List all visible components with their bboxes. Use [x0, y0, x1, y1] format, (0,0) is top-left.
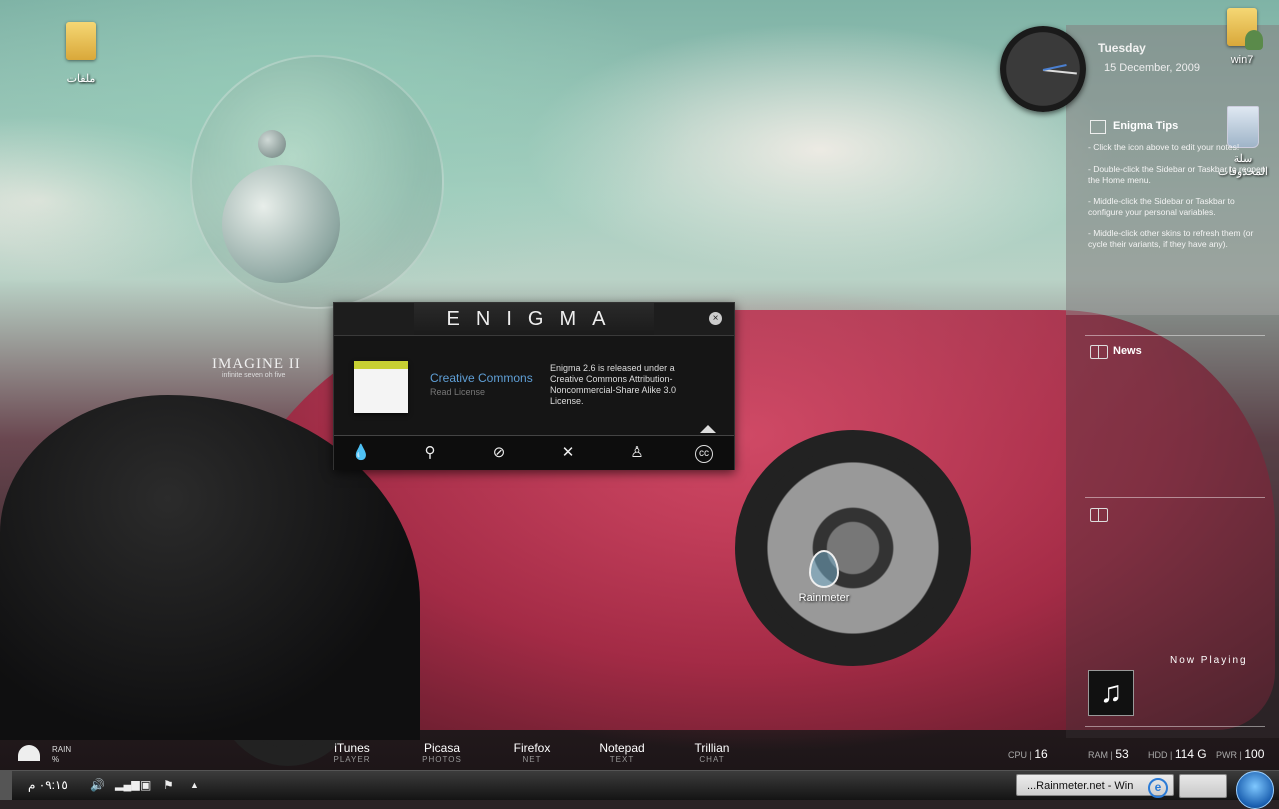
desktop-icon-label: win7: [1230, 54, 1254, 66]
show-desktop-button[interactable]: [0, 771, 12, 800]
license-document-icon: [354, 361, 408, 413]
clock-day: Tuesday: [1098, 41, 1146, 55]
launcher-sub: PHOTOS: [422, 755, 462, 764]
taskbar-clock[interactable]: ٠٩:١٥ م: [28, 778, 68, 792]
network-icon[interactable]: ▂▄▆: [115, 778, 140, 791]
enigma-toolbar: 💧 ⚲ ⊘ ✕ ♙ cc: [334, 435, 734, 470]
pwr-value: 100: [1244, 747, 1265, 761]
folder-icon: [66, 22, 96, 60]
weather-widget[interactable]: RAIN %: [52, 745, 71, 765]
volume-icon[interactable]: 🔊: [90, 778, 105, 792]
launcher-name: Trillian: [694, 741, 730, 755]
launcher-sub: NET: [522, 755, 542, 764]
pwr-meter: PWR | 100: [1216, 747, 1265, 761]
tips-title: Enigma Tips: [1113, 120, 1179, 132]
taskbar: ٠٩:١٥ م 🔊 ▂▄▆ ▣ ⚑ ▲ ...Rainmeter.net - W…: [0, 770, 1279, 809]
divider: [1085, 726, 1265, 727]
ram-label: RAM: [1088, 750, 1108, 760]
close-button[interactable]: ×: [709, 312, 722, 325]
internet-explorer-icon: e: [1148, 778, 1168, 798]
launcher-name: Notepad: [599, 741, 645, 755]
person-icon[interactable]: ♙: [626, 442, 648, 464]
launcher-name: iTunes: [334, 741, 370, 755]
enigma-home-window[interactable]: ENIGMA × Creative Commons Read License E…: [333, 302, 735, 470]
pwr-label: PWR: [1216, 750, 1237, 760]
power-icon[interactable]: ▣: [140, 778, 151, 792]
ram-value: 53: [1115, 747, 1129, 761]
launcher-picasa[interactable]: Picasa PHOTOS: [412, 741, 472, 764]
rainmeter-drop-icon: [809, 550, 839, 588]
launcher-firefox[interactable]: Firefox NET: [502, 741, 562, 764]
desktop-icon-rainmeter[interactable]: Rainmeter: [793, 550, 855, 604]
wallpaper-title: IMAGINE II: [212, 356, 301, 372]
wallpaper-moon: [222, 165, 340, 283]
launcher-trillian[interactable]: Trillian CHAT: [682, 741, 742, 764]
news-title: News: [1113, 345, 1142, 357]
compass-icon[interactable]: ⊘: [488, 442, 510, 464]
search-icon[interactable]: ⚲: [419, 442, 441, 464]
book-icon[interactable]: [1090, 345, 1108, 359]
notes-edit-icon[interactable]: [1090, 120, 1106, 134]
wallpaper-subtitle: infinite seven oh five: [222, 372, 286, 379]
wallpaper-wheel: [735, 430, 971, 666]
cpu-label: CPU: [1008, 750, 1028, 760]
analog-clock[interactable]: [1000, 26, 1086, 112]
desktop-icon-label: Rainmeter: [798, 592, 850, 604]
user-avatar-icon: [1245, 30, 1263, 50]
launcher-itunes[interactable]: iTunes PLAYER: [322, 741, 382, 764]
umbrella-icon: [18, 745, 40, 761]
collapse-arrow-icon[interactable]: [700, 425, 716, 433]
hdd-label: HDD: [1148, 750, 1168, 760]
divider: [1085, 497, 1265, 498]
desktop-icon-label: ملفات: [66, 73, 96, 85]
book-icon[interactable]: [1090, 508, 1108, 522]
action-center-flag-icon[interactable]: ⚑: [163, 778, 174, 792]
droplet-icon[interactable]: 💧: [350, 442, 372, 464]
wallpaper-small-moon: [258, 130, 286, 158]
tools-icon[interactable]: ✕: [557, 442, 579, 464]
weather-label: RAIN: [52, 745, 72, 754]
start-button[interactable]: [1236, 771, 1274, 809]
taskbar-app-button[interactable]: [1179, 774, 1227, 798]
launcher-notepad[interactable]: Notepad TEXT: [592, 741, 652, 764]
launcher-sub: CHAT: [699, 755, 725, 764]
tip-text: - Click the icon above to edit your note…: [1088, 142, 1240, 152]
read-license-link[interactable]: Read License: [430, 387, 485, 397]
show-hidden-icons-icon[interactable]: ▲: [190, 780, 199, 790]
launcher-sub: TEXT: [609, 755, 635, 764]
tip-text: - Middle-click other skins to refresh th…: [1088, 228, 1254, 249]
ram-meter: RAM | 53: [1088, 747, 1129, 761]
enigma-title: ENIGMA: [414, 303, 654, 335]
cpu-meter: CPU | 16: [1008, 747, 1048, 761]
music-note-icon[interactable]: ♫: [1088, 670, 1134, 716]
hdd-meter: HDD | 114 G: [1148, 747, 1207, 761]
launcher-name: Firefox: [513, 741, 551, 755]
hdd-value: 114 G: [1174, 747, 1207, 761]
tip-text: - Middle-click the Sidebar or Taskbar to…: [1088, 196, 1235, 217]
divider: [1085, 335, 1265, 336]
launcher-sub: PLAYER: [333, 755, 371, 764]
license-text: Enigma 2.6 is released under a Creative …: [550, 363, 677, 406]
now-playing-label: Now Playing: [1170, 655, 1248, 666]
cpu-value: 16: [1034, 747, 1048, 761]
desktop-icon-user[interactable]: win7: [1218, 8, 1266, 66]
license-title-link[interactable]: Creative Commons: [430, 371, 533, 385]
desktop-icon-files[interactable]: ملفات: [58, 22, 104, 85]
user-folder-icon: [1227, 8, 1263, 50]
clock-date: 15 December, 2009: [1104, 62, 1201, 74]
launcher-name: Picasa: [423, 741, 461, 755]
weather-unit: %: [52, 755, 60, 764]
tip-text: - Double-click the Sidebar or Taskbar to…: [1088, 164, 1266, 185]
cc-icon[interactable]: cc: [695, 445, 713, 463]
enigma-header: ENIGMA ×: [334, 303, 734, 336]
